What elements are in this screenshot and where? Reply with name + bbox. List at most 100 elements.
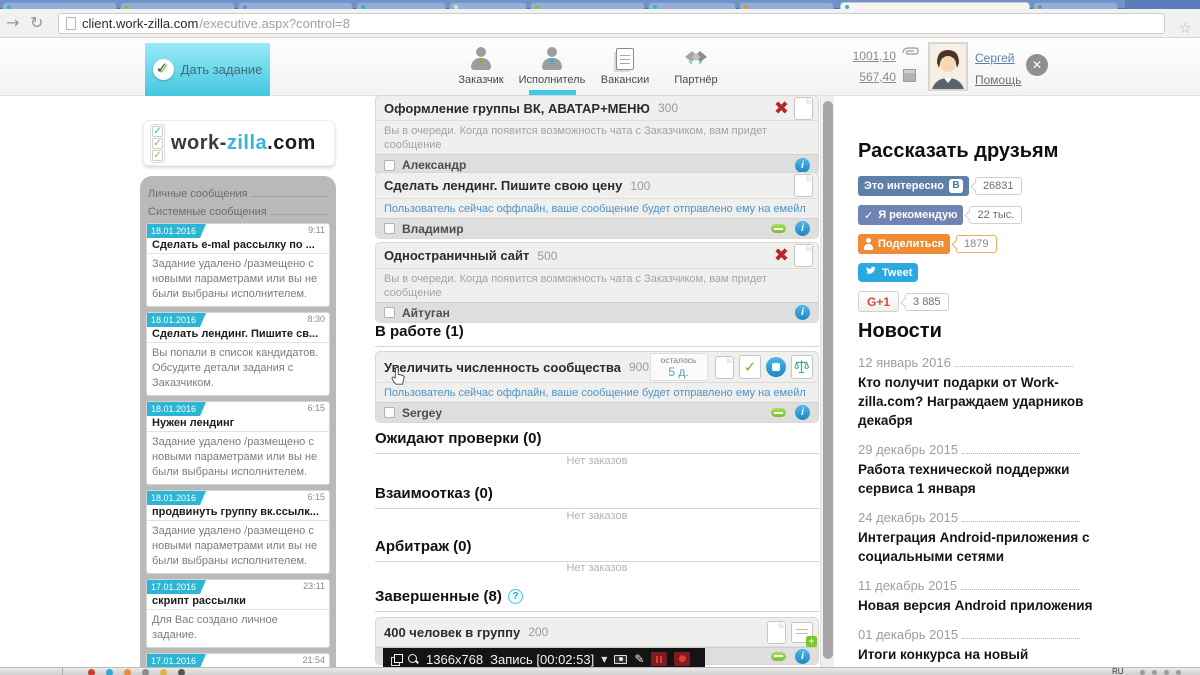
worker-checkbox[interactable] [384,159,395,171]
browser-tab[interactable] [648,2,736,9]
system-message[interactable]: 17.01.2016 23:11 скрипт рассылки Для Вас … [146,579,330,648]
info-icon[interactable]: i [795,405,810,420]
taskbar-app-icon[interactable] [142,669,149,675]
tray-icon[interactable] [1152,670,1157,675]
worker-checkbox[interactable] [384,307,395,318]
pencil-icon[interactable]: ✎ [634,652,644,666]
reload-icon[interactable]: ↻ [30,13,43,32]
chat-add-icon[interactable] [791,621,817,647]
browser-tab[interactable] [238,2,353,9]
system-messages-heading[interactable]: Системные сообщения [148,206,328,218]
magnifier-icon[interactable] [408,653,419,665]
avatar[interactable] [928,42,968,91]
document-icon[interactable] [794,174,813,197]
logo[interactable]: ✓ ✓ ✓ work-zilla.com [143,120,335,166]
worker-name[interactable]: Владимир [402,222,464,236]
document-icon[interactable] [714,355,734,379]
task-title[interactable]: Сделать лендинг. Пишите свою цену [384,178,622,193]
news-title[interactable]: Кто получит подарки от Work-zilla.com? Н… [858,373,1113,430]
recorder-dropdown-icon[interactable]: ▼ [601,655,607,664]
vk-share-button[interactable]: Это интересно В [858,176,969,196]
browser-tab[interactable] [530,2,645,9]
gplus-button[interactable]: G+1 [858,291,900,312]
minus-icon[interactable] [771,651,786,661]
document-icon[interactable] [794,96,813,120]
minus-icon[interactable] [771,408,786,417]
message-title[interactable]: продвинуть группу вк.ссылк... [147,505,329,521]
give-task-button[interactable]: ✓ ✓ Дать задание [145,43,270,96]
message-title[interactable]: Сделать лендинг. Пишите св... [147,327,329,343]
window-mode-icon[interactable] [391,654,403,666]
system-message[interactable]: 18.01.2016 8:30 Сделать лендинг. Пишите с… [146,312,330,396]
worker-name[interactable]: Александр [402,158,466,172]
balance-main[interactable]: 1001,10 [838,49,896,63]
system-message[interactable]: 18.01.2016 9:11 Сделать e-mal рассылку по… [146,223,330,307]
system-message[interactable]: 18.01.2016 6:15 Нужен лендинг Задание уда… [146,401,330,485]
taskbar-app-icon[interactable] [160,669,167,675]
task-title[interactable]: Одностраничный сайт [384,248,529,263]
personal-messages-heading[interactable]: Личные сообщения [148,188,328,200]
browser-tab[interactable] [449,2,527,9]
nav-partner[interactable]: Партнёр [660,47,732,86]
news-title[interactable]: Интеграция Android-приложения с социальн… [858,528,1113,566]
window-controls-area[interactable] [1125,0,1200,9]
taskbar-app-icon[interactable] [124,669,131,675]
task-title[interactable]: 400 человек в группу [384,625,520,640]
nav-executor[interactable]: Исполнитель [516,47,588,86]
arbitrage-scales-icon[interactable] [790,355,813,379]
camera-icon[interactable] [614,654,628,664]
info-icon[interactable]: i [795,305,810,320]
bookmark-star-icon[interactable]: ☆ [1179,19,1192,37]
browser-tab[interactable] [120,2,235,9]
tray-icon[interactable] [1140,670,1145,675]
browser-tab[interactable] [1033,2,1118,9]
nav-vacancies[interactable]: Вакансии [589,47,661,86]
message-title[interactable]: Сделать e-mal рассылку по ... [147,238,329,254]
task-card[interactable]: Оформление группы ВК, АВАТАР+МЕНЮ 300 ✖ … [375,95,819,176]
browser-tab[interactable] [2,2,117,9]
scrollbar-track[interactable] [820,96,834,675]
nav-customer[interactable]: Заказчик [445,47,517,86]
recommend-button[interactable]: ✓ Я рекомендую [858,205,964,225]
task-card-in-work[interactable]: Увеличить численность сообщества 900 ост… [375,351,819,423]
browser-tab[interactable] [356,2,446,9]
message-title[interactable]: скрипт рассылки [147,594,329,610]
tweet-button[interactable]: Tweet [858,263,919,282]
news-title[interactable]: Новая версия Android приложения [858,596,1113,615]
task-title[interactable]: Увеличить численность сообщества [384,360,621,375]
info-icon[interactable]: i [795,157,810,173]
system-message[interactable]: 18.01.2016 6:15 продвинуть группу вк.ссыл… [146,490,330,574]
taskbar-app-icon[interactable] [106,669,113,675]
taskbar-app-icon[interactable] [178,669,185,675]
balance-secondary[interactable]: 567,40 [838,70,896,84]
user-link[interactable]: Сергей [975,51,1015,65]
tray-icon[interactable] [1164,670,1169,675]
worker-checkbox[interactable] [384,407,395,418]
language-indicator[interactable]: RU [1112,668,1124,675]
document-icon[interactable] [794,244,813,267]
minus-icon[interactable] [771,224,786,233]
accept-check-icon[interactable]: ✓ [738,355,761,379]
worker-name[interactable]: Sergey [402,406,442,420]
stop-task-icon[interactable] [765,357,786,377]
record-button[interactable]: ● [674,652,691,666]
tray-icon[interactable] [1176,670,1181,675]
task-card[interactable]: Сделать лендинг. Пишите свою цену 100 По… [375,172,819,239]
task-card[interactable]: Одностраничный сайт 500 ✖ Вы в очереди. … [375,242,819,323]
message-title[interactable]: Нужен лендинг [147,416,329,432]
delete-task-icon[interactable]: ✖ [774,98,789,119]
browser-tab-active[interactable] [840,2,1030,9]
news-title[interactable]: Работа технической поддержки сервиса 1 я… [858,460,1113,498]
news-title[interactable]: Итоги конкурса на новый [858,645,1113,664]
taskbar-app-icon[interactable] [88,669,95,675]
document-icon[interactable] [767,620,786,644]
info-icon[interactable]: i [795,648,810,664]
worker-name[interactable]: Айтуган [402,306,450,320]
url-bar[interactable]: client.work-zilla.com/executive.aspx?con… [58,13,1165,34]
task-title[interactable]: Оформление группы ВК, АВАТАР+МЕНЮ [384,101,650,116]
delete-task-icon[interactable]: ✖ [774,245,789,266]
info-icon[interactable]: i [795,221,810,236]
worker-checkbox[interactable] [384,223,395,234]
help-icon[interactable]: ? [507,589,523,604]
help-link[interactable]: Помощь [975,73,1021,87]
